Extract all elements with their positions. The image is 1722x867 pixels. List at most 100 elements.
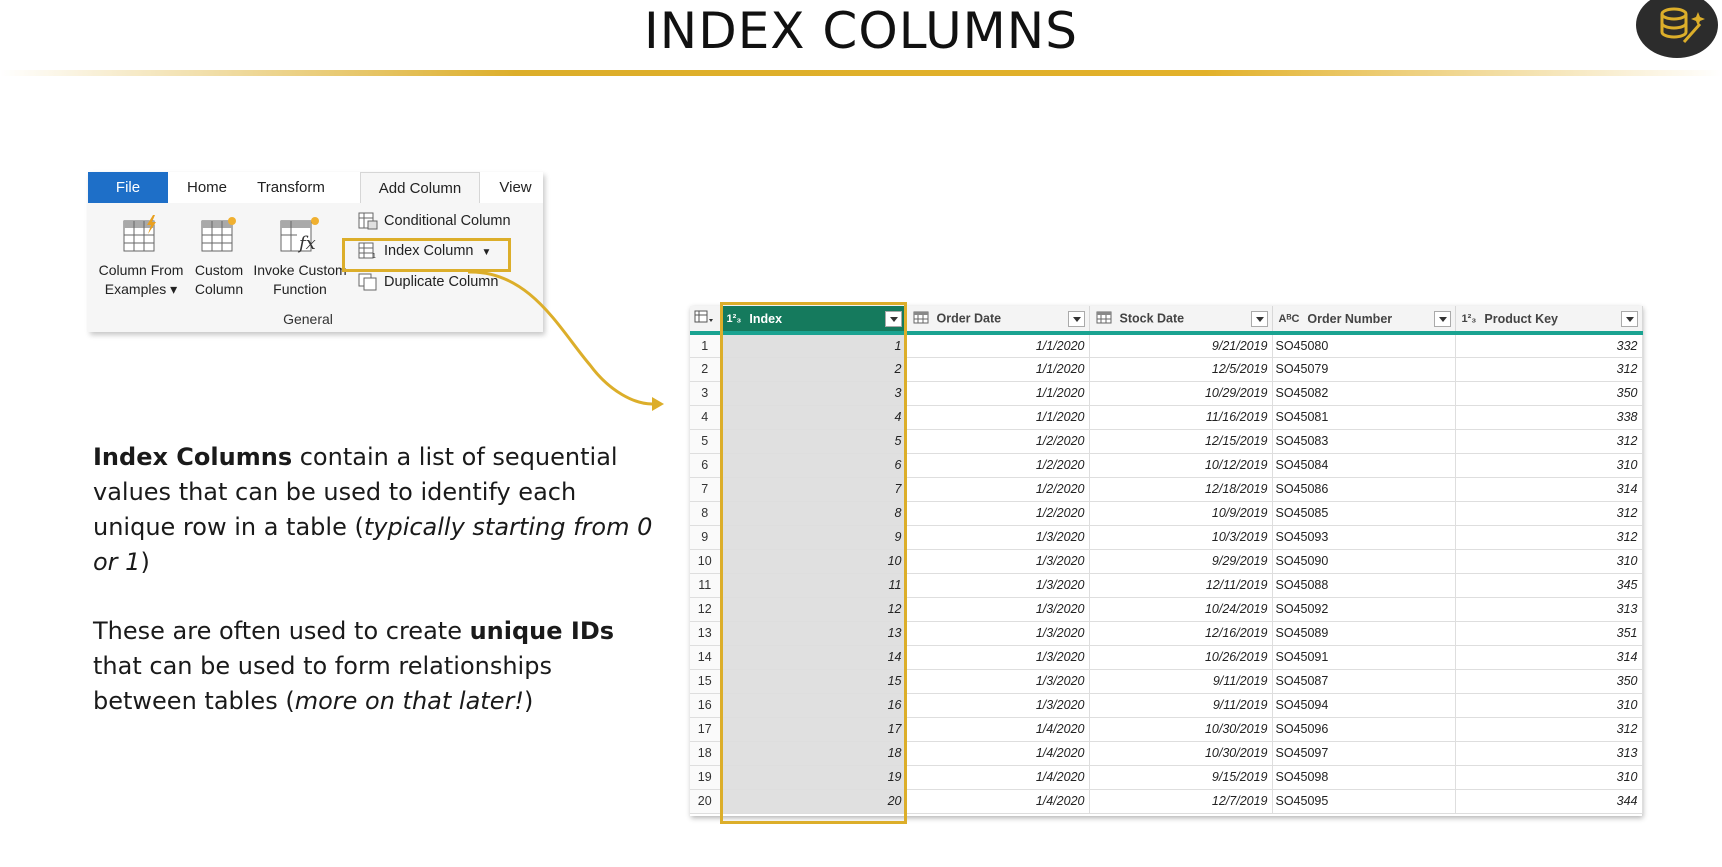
product-key-cell[interactable]: 314	[1455, 477, 1643, 502]
order-number-cell[interactable]: SO45080	[1272, 333, 1456, 358]
column-header-order-date[interactable]: Order Date	[906, 306, 1090, 335]
order-date-cell[interactable]: 1/3/2020	[906, 573, 1090, 598]
order-number-cell[interactable]: SO45095	[1272, 789, 1456, 814]
tab-add-column[interactable]: Add Column	[360, 172, 480, 203]
order-date-cell[interactable]: 1/3/2020	[906, 621, 1090, 646]
order-date-cell[interactable]: 1/4/2020	[906, 789, 1090, 814]
order-date-cell[interactable]: 1/3/2020	[906, 669, 1090, 694]
column-header-product-key[interactable]: 1²₃ Product Key	[1455, 306, 1643, 335]
stock-date-cell[interactable]: 10/29/2019	[1089, 381, 1273, 406]
row-number[interactable]: 3	[690, 381, 721, 406]
order-date-cell[interactable]: 1/4/2020	[906, 717, 1090, 742]
product-key-cell[interactable]: 350	[1455, 381, 1643, 406]
stock-date-cell[interactable]: 10/26/2019	[1089, 645, 1273, 670]
stock-date-cell[interactable]: 12/16/2019	[1089, 621, 1273, 646]
order-date-cell[interactable]: 1/1/2020	[906, 381, 1090, 406]
tab-file[interactable]: File	[88, 172, 168, 203]
conditional-column-button[interactable]: Conditional Column	[358, 209, 511, 233]
stock-date-cell[interactable]: 12/11/2019	[1089, 573, 1273, 598]
tab-view[interactable]: View	[488, 172, 543, 203]
duplicate-column-button[interactable]: Duplicate Column	[358, 270, 498, 294]
order-number-cell[interactable]: SO45092	[1272, 597, 1456, 622]
order-number-cell[interactable]: SO45097	[1272, 741, 1456, 766]
order-number-cell[interactable]: SO45084	[1272, 453, 1456, 478]
product-key-cell[interactable]: 313	[1455, 741, 1643, 766]
row-number[interactable]: 12	[690, 597, 721, 622]
stock-date-cell[interactable]: 11/16/2019	[1089, 405, 1273, 430]
column-filter-dropdown-icon[interactable]	[1433, 311, 1451, 327]
order-number-cell[interactable]: SO45096	[1272, 717, 1456, 742]
stock-date-cell[interactable]: 10/9/2019	[1089, 501, 1273, 526]
order-date-cell[interactable]: 1/1/2020	[906, 405, 1090, 430]
order-date-cell[interactable]: 1/1/2020	[906, 357, 1090, 382]
row-number[interactable]: 19	[690, 765, 721, 790]
stock-date-cell[interactable]: 12/18/2019	[1089, 477, 1273, 502]
row-number[interactable]: 9	[690, 525, 721, 550]
stock-date-cell[interactable]: 10/12/2019	[1089, 453, 1273, 478]
order-date-cell[interactable]: 1/2/2020	[906, 429, 1090, 454]
order-date-cell[interactable]: 1/1/2020	[906, 333, 1090, 358]
product-key-cell[interactable]: 312	[1455, 357, 1643, 382]
row-number[interactable]: 16	[690, 693, 721, 718]
product-key-cell[interactable]: 312	[1455, 525, 1643, 550]
order-date-cell[interactable]: 1/3/2020	[906, 693, 1090, 718]
order-number-cell[interactable]: SO45085	[1272, 501, 1456, 526]
order-date-cell[interactable]: 1/3/2020	[906, 549, 1090, 574]
stock-date-cell[interactable]: 9/21/2019	[1089, 333, 1273, 358]
row-number[interactable]: 10	[690, 549, 721, 574]
product-key-cell[interactable]: 332	[1455, 333, 1643, 358]
column-filter-dropdown-icon[interactable]	[1250, 311, 1268, 327]
row-number[interactable]: 8	[690, 501, 721, 526]
column-filter-dropdown-icon[interactable]	[1067, 311, 1085, 327]
stock-date-cell[interactable]: 10/3/2019	[1089, 525, 1273, 550]
order-number-cell[interactable]: SO45094	[1272, 693, 1456, 718]
row-number[interactable]: 11	[690, 573, 721, 598]
row-number[interactable]: 20	[690, 789, 721, 814]
order-number-cell[interactable]: SO45090	[1272, 549, 1456, 574]
product-key-cell[interactable]: 344	[1455, 789, 1643, 814]
order-date-cell[interactable]: 1/3/2020	[906, 645, 1090, 670]
product-key-cell[interactable]: 312	[1455, 429, 1643, 454]
column-filter-dropdown-icon[interactable]	[1620, 311, 1638, 327]
order-number-cell[interactable]: SO45087	[1272, 669, 1456, 694]
product-key-cell[interactable]: 345	[1455, 573, 1643, 598]
row-number[interactable]: 14	[690, 645, 721, 670]
stock-date-cell[interactable]: 10/30/2019	[1089, 741, 1273, 766]
order-number-cell[interactable]: SO45079	[1272, 357, 1456, 382]
stock-date-cell[interactable]: 10/24/2019	[1089, 597, 1273, 622]
order-number-cell[interactable]: SO45083	[1272, 429, 1456, 454]
tab-transform[interactable]: Transform	[246, 172, 336, 203]
order-number-cell[interactable]: SO45088	[1272, 573, 1456, 598]
row-number[interactable]: 4	[690, 405, 721, 430]
column-header-order-number[interactable]: AᴮC Order Number	[1272, 306, 1456, 335]
row-number[interactable]: 1	[690, 333, 721, 358]
stock-date-cell[interactable]: 12/5/2019	[1089, 357, 1273, 382]
order-date-cell[interactable]: 1/4/2020	[906, 765, 1090, 790]
row-number[interactable]: 15	[690, 669, 721, 694]
order-date-cell[interactable]: 1/2/2020	[906, 477, 1090, 502]
order-number-cell[interactable]: SO45091	[1272, 645, 1456, 670]
row-number[interactable]: 6	[690, 453, 721, 478]
invoke-custom-function-button[interactable]: fx Invoke Custom Function	[248, 215, 352, 299]
stock-date-cell[interactable]: 12/7/2019	[1089, 789, 1273, 814]
order-date-cell[interactable]: 1/4/2020	[906, 741, 1090, 766]
order-date-cell[interactable]: 1/2/2020	[906, 501, 1090, 526]
order-date-cell[interactable]: 1/2/2020	[906, 453, 1090, 478]
product-key-cell[interactable]: 310	[1455, 765, 1643, 790]
row-number[interactable]: 17	[690, 717, 721, 742]
stock-date-cell[interactable]: 12/15/2019	[1089, 429, 1273, 454]
product-key-cell[interactable]: 310	[1455, 693, 1643, 718]
order-number-cell[interactable]: SO45098	[1272, 765, 1456, 790]
column-header-stock-date[interactable]: Stock Date	[1089, 306, 1273, 335]
column-from-examples-button[interactable]: Column From Examples ▾	[96, 215, 186, 299]
order-number-cell[interactable]: SO45081	[1272, 405, 1456, 430]
order-number-cell[interactable]: SO45082	[1272, 381, 1456, 406]
stock-date-cell[interactable]: 9/11/2019	[1089, 669, 1273, 694]
order-date-cell[interactable]: 1/3/2020	[906, 525, 1090, 550]
row-number[interactable]: 2	[690, 357, 721, 382]
order-number-cell[interactable]: SO45089	[1272, 621, 1456, 646]
product-key-cell[interactable]: 312	[1455, 717, 1643, 742]
row-number[interactable]: 13	[690, 621, 721, 646]
row-number[interactable]: 18	[690, 741, 721, 766]
product-key-cell[interactable]: 351	[1455, 621, 1643, 646]
